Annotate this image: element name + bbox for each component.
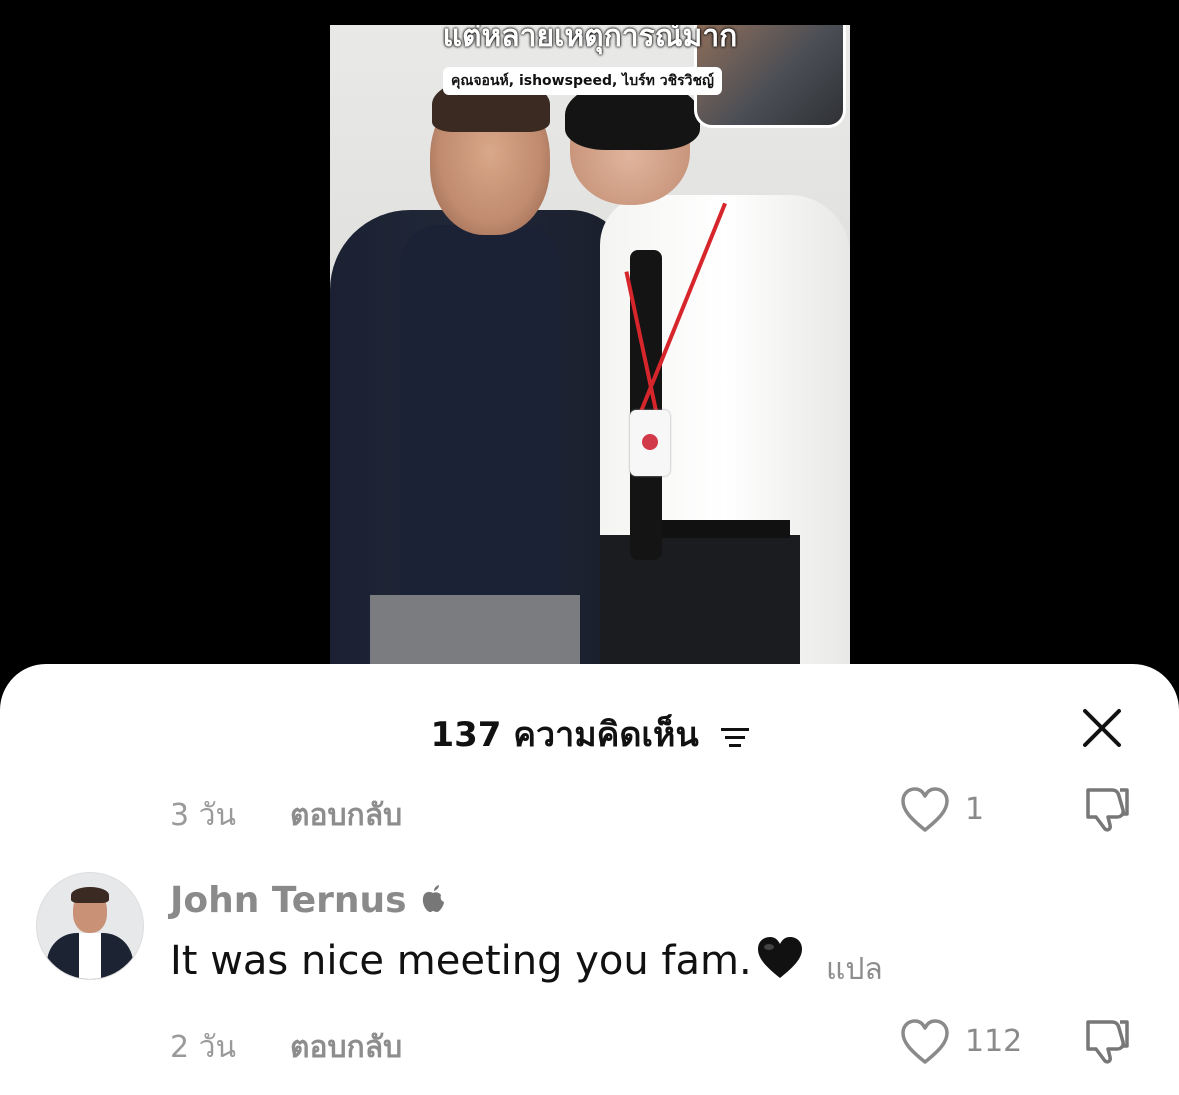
person-left-pants [370,595,580,675]
like-count: 1 [965,792,985,827]
apple-badge [630,410,670,476]
apple-logo-icon [422,885,444,912]
avatar-shirt [79,933,101,979]
person-right-tie [630,250,662,560]
person-right-pants [600,535,800,675]
comment-meta-row: 2 วัน ตอบกลับ 112 [170,1019,1150,1065]
video-player[interactable]: แต่หลายเหตุการณ์มาก คุณจอนห์, ishowspeed… [330,25,850,675]
comment-time: 3 วัน [170,798,236,833]
comments-title: ความคิดเห็น [513,715,699,755]
thumbs-down-icon[interactable] [1080,1016,1132,1066]
comment-time: 2 วัน [170,1030,236,1065]
comment-text: It was nice meeting you fam. [170,936,804,984]
avatar[interactable] [36,872,144,980]
close-icon[interactable] [1082,708,1122,748]
black-heart-emoji-icon [757,937,802,978]
comment-meta-row: 3 วัน ตอบกลับ 1 [170,787,1150,833]
comments-header: 137 ความคิดเห็น [0,707,1179,761]
reply-button[interactable]: ตอบกลับ [290,792,402,839]
translate-link[interactable]: แปล [826,946,883,993]
sort-icon[interactable] [720,726,749,748]
comment-body: It was nice meeting you fam. [170,938,752,984]
like-count: 112 [965,1024,1023,1059]
video-caption-title: แต่หลายเหตุการณ์มาก [442,25,738,54]
person-left-shirt [400,225,560,625]
comments-count: 137 [430,715,502,755]
comment-username[interactable]: John Ternus [170,880,407,921]
avatar-hair [71,887,109,903]
heart-icon[interactable] [900,1018,950,1066]
comments-sheet: 137 ความคิดเห็น 3 วัน ตอบกลับ 1 John Ter… [0,664,1179,1095]
video-caption-tag: คุณจอนห์, ishowspeed, ไบร์ท วชิรวิชญ์ [443,67,722,95]
thumbs-down-icon[interactable] [1080,784,1132,834]
heart-icon[interactable] [900,786,950,834]
reply-button[interactable]: ตอบกลับ [290,1024,402,1071]
